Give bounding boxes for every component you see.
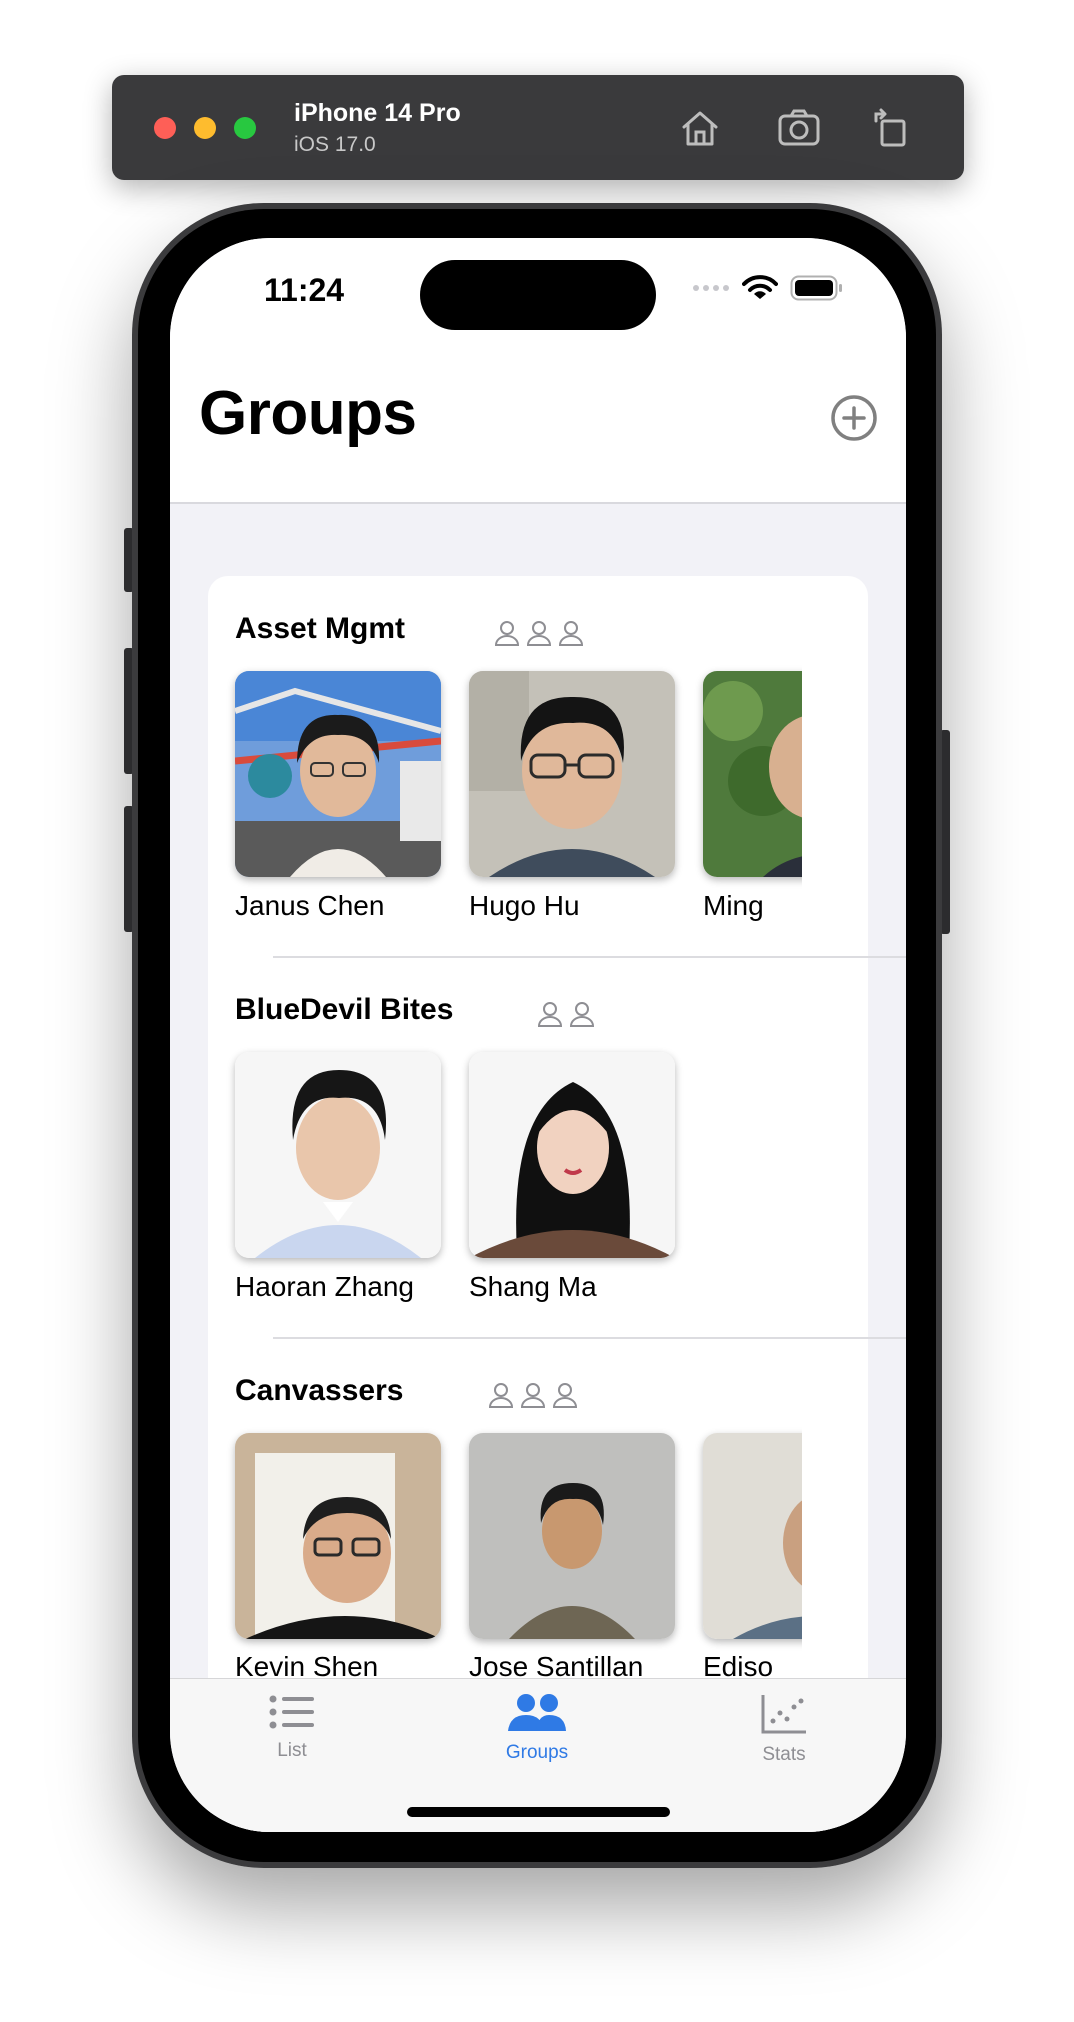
simulator-toolbar: iPhone 14 Pro iOS 17.0 xyxy=(112,75,964,180)
minimize-window-button[interactable] xyxy=(194,117,216,139)
tab-label: Groups xyxy=(505,1742,569,1763)
tab-label: List xyxy=(277,1740,307,1761)
home-icon[interactable] xyxy=(677,105,723,151)
list-icon xyxy=(269,1695,314,1729)
people-icon xyxy=(508,1694,566,1731)
member-name: Kevin Shen xyxy=(235,1651,379,1678)
member-name: Ediso xyxy=(703,1651,774,1678)
dynamic-island xyxy=(420,260,656,330)
person-icon xyxy=(552,1383,578,1408)
member-photo[interactable] xyxy=(469,1433,675,1639)
simulator-device-name: iPhone 14 Pro xyxy=(294,99,461,127)
tab-label: Stats xyxy=(762,1744,806,1765)
simulator-os-version: iOS 17.0 xyxy=(294,133,376,156)
rotate-icon[interactable] xyxy=(868,105,914,151)
member-name: Jose Santillan xyxy=(469,1651,644,1678)
home-indicator[interactable] xyxy=(407,1807,670,1817)
zoom-window-button[interactable] xyxy=(234,117,256,139)
tab-groups[interactable]: Groups xyxy=(477,1693,597,1764)
phone-screen: 11:24 Groups Asset Mgmt Janus Chen Hugo … xyxy=(170,238,906,1832)
plus-circle-icon[interactable] xyxy=(830,394,878,442)
member-count-icons xyxy=(486,1380,580,1410)
chart-icon xyxy=(761,1695,806,1734)
person-icon xyxy=(488,1383,514,1408)
tab-list[interactable]: List xyxy=(232,1693,352,1762)
screenshot-icon[interactable] xyxy=(776,105,822,151)
person-icon xyxy=(520,1383,546,1408)
member-photo[interactable] xyxy=(703,1433,802,1639)
tab-stats[interactable]: Stats xyxy=(724,1693,844,1766)
member-photo[interactable] xyxy=(235,1433,441,1639)
group-title[interactable]: Canvassers xyxy=(235,1374,403,1408)
tab-bar: List Groups Stats xyxy=(170,1678,906,1832)
close-window-button[interactable] xyxy=(154,117,176,139)
groups-scroll-area-3: Canvassers Kevin Shen Jose Santillan Edi… xyxy=(170,238,802,1678)
